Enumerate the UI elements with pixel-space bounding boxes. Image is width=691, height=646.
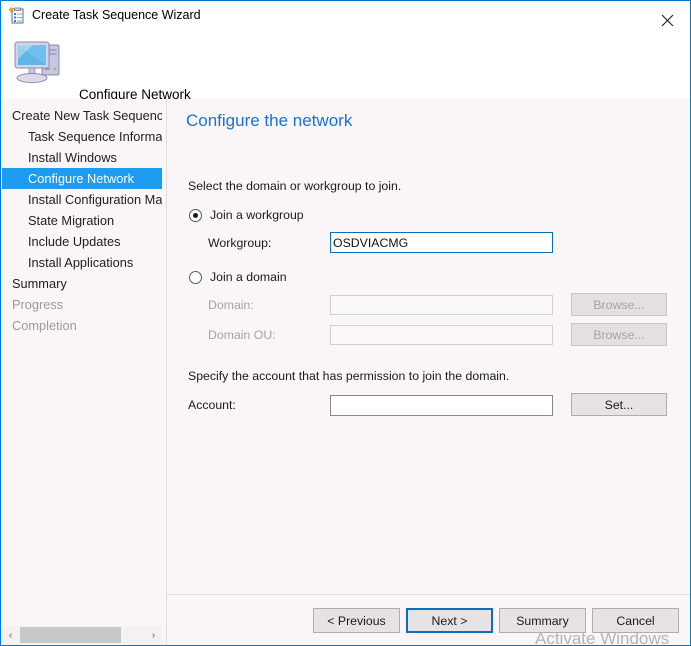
set-account-button[interactable]: Set... <box>571 393 667 416</box>
window-title: Create Task Sequence Wizard <box>32 8 201 22</box>
close-icon[interactable] <box>644 1 690 31</box>
domain-ou-input[interactable] <box>330 325 553 345</box>
summary-button[interactable]: Summary <box>499 608 586 633</box>
radio-join-domain-indicator[interactable] <box>189 270 202 284</box>
browse-domain-ou-button[interactable]: Browse... <box>571 323 667 346</box>
workgroup-input[interactable] <box>330 232 553 253</box>
computer-icon <box>11 37 69 87</box>
browse-domain-button[interactable]: Browse... <box>571 293 667 316</box>
content-pane: Configure the network Select the domain … <box>167 99 690 594</box>
radio-join-domain-label: Join a domain <box>210 270 287 284</box>
sidebar-item-state-migration[interactable]: State Migration <box>2 210 162 231</box>
sidebar-item-install-configuration-manager[interactable]: Install Configuration Manager <box>2 189 162 210</box>
domain-label: Domain: <box>208 298 254 312</box>
task-sequence-clipboard-icon <box>8 6 26 24</box>
wizard-footer: < Previous Next > Summary Cancel <box>167 595 690 645</box>
account-input[interactable] <box>330 395 553 416</box>
workgroup-label: Workgroup: <box>208 236 272 250</box>
scroll-left-icon[interactable]: ‹ <box>2 626 19 644</box>
sidebar-item-install-applications[interactable]: Install Applications <box>2 252 162 273</box>
account-instruction: Specify the account that has permission … <box>188 369 510 383</box>
cancel-button[interactable]: Cancel <box>592 608 679 633</box>
account-label: Account: <box>188 398 236 412</box>
page-title: Configure the network <box>186 111 353 130</box>
title-bar: Create Task Sequence Wizard <box>1 1 690 31</box>
create-task-sequence-wizard-window: Create Task Sequence Wizard Configure Ne… <box>0 0 691 646</box>
radio-join-workgroup[interactable]: Join a workgroup <box>189 208 304 222</box>
next-button[interactable]: Next > <box>406 608 493 633</box>
domain-ou-label: Domain OU: <box>208 328 276 342</box>
select-domain-instruction: Select the domain or workgroup to join. <box>188 179 402 193</box>
scroll-right-icon[interactable]: › <box>145 626 162 644</box>
wizard-step-list: Create New Task Sequence Task Sequence In… <box>2 105 162 336</box>
sidebar-item-summary[interactable]: Summary <box>2 273 162 294</box>
domain-input[interactable] <box>330 295 553 315</box>
sidebar-item-configure-network[interactable]: Configure Network <box>2 168 162 189</box>
sidebar-item-completion: Completion <box>12 318 77 333</box>
sidebar-item-include-updates[interactable]: Include Updates <box>2 231 162 252</box>
sidebar-item-task-sequence-information[interactable]: Task Sequence Information <box>2 126 162 147</box>
previous-button[interactable]: < Previous <box>313 608 400 633</box>
wizard-step-sidebar: Create New Task Sequence Task Sequence In… <box>2 99 162 626</box>
scrollbar-thumb[interactable] <box>20 627 121 643</box>
wizard-body: Create New Task Sequence Task Sequence In… <box>1 99 690 645</box>
radio-join-workgroup-indicator[interactable] <box>189 208 202 222</box>
sidebar-item-progress: Progress <box>12 297 64 312</box>
sidebar-item-create-new-task-sequence[interactable]: Create New Task Sequence <box>2 105 162 126</box>
radio-join-domain[interactable]: Join a domain <box>189 270 287 284</box>
radio-join-workgroup-label: Join a workgroup <box>210 208 304 222</box>
sidebar-item-install-windows[interactable]: Install Windows <box>2 147 162 168</box>
sidebar-horizontal-scrollbar[interactable]: ‹ › <box>2 626 162 644</box>
wizard-header: Configure Network <box>1 31 690 102</box>
